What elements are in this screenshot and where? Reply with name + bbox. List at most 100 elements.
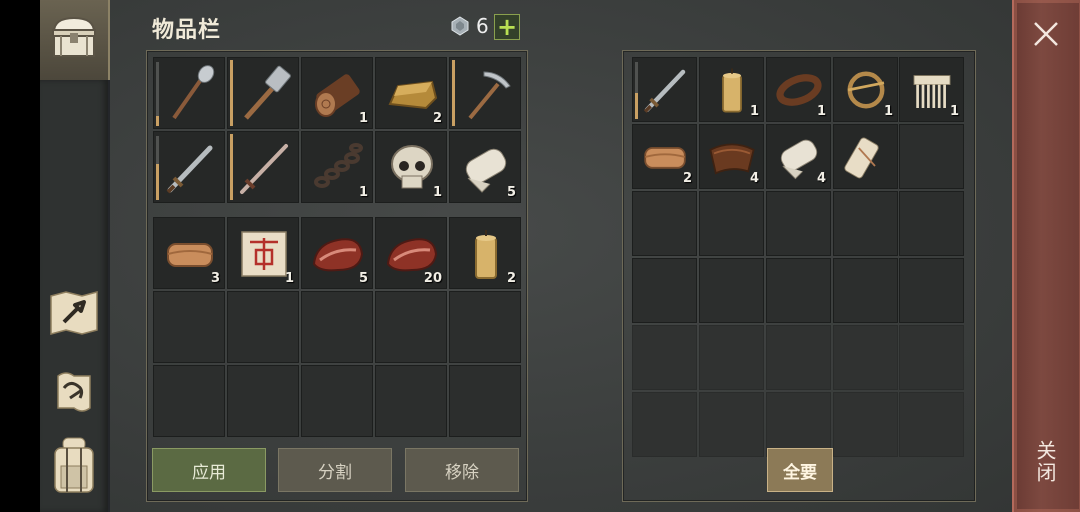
empty-slot[interactable] bbox=[375, 365, 447, 437]
chest-icon[interactable] bbox=[48, 12, 100, 64]
empty-slot[interactable] bbox=[833, 258, 898, 323]
item-count: 4 bbox=[816, 171, 826, 186]
take-all-button[interactable]: 全要 bbox=[767, 448, 833, 492]
empty-slot[interactable] bbox=[766, 191, 831, 256]
empty-slot[interactable] bbox=[833, 325, 898, 390]
sword-icon bbox=[643, 69, 686, 113]
empty-slot[interactable] bbox=[153, 291, 225, 363]
close-panel[interactable] bbox=[1012, 0, 1080, 512]
pickaxe-icon bbox=[468, 71, 511, 120]
durability-bar bbox=[635, 93, 638, 119]
durability-bar bbox=[230, 60, 233, 126]
empty-slot[interactable] bbox=[699, 392, 764, 457]
crafting-map-icon[interactable] bbox=[48, 286, 100, 338]
empty-slot[interactable] bbox=[227, 365, 299, 437]
empty-slot[interactable] bbox=[833, 392, 898, 457]
item-slot[interactable]: 1 bbox=[301, 57, 373, 129]
backpack-icon[interactable] bbox=[48, 437, 100, 493]
item-slot[interactable] bbox=[833, 124, 898, 189]
close-icon[interactable] bbox=[1030, 18, 1062, 50]
empty-slot[interactable] bbox=[899, 258, 964, 323]
empty-slot[interactable] bbox=[699, 258, 764, 323]
gem-count: 6 bbox=[476, 14, 489, 38]
quest-scroll-icon[interactable] bbox=[48, 366, 100, 418]
empty-slot[interactable] bbox=[301, 291, 373, 363]
item-slot[interactable]: 4 bbox=[699, 124, 764, 189]
longsword-icon bbox=[240, 144, 288, 194]
item-slot[interactable]: 2 bbox=[449, 217, 521, 289]
item-slot[interactable]: 2 bbox=[375, 57, 447, 129]
hammer-icon bbox=[244, 65, 291, 120]
item-slot[interactable]: 2 bbox=[632, 124, 697, 189]
item-slot[interactable]: 5 bbox=[301, 217, 373, 289]
durability-bar bbox=[452, 60, 455, 126]
item-slot[interactable]: 1 bbox=[227, 217, 299, 289]
item-slot[interactable]: 4 bbox=[766, 124, 831, 189]
item-count: 2 bbox=[432, 111, 442, 126]
empty-slot[interactable] bbox=[899, 325, 964, 390]
item-slot[interactable]: 1 bbox=[375, 131, 447, 203]
item-slot[interactable] bbox=[153, 131, 225, 203]
item-count: 1 bbox=[432, 185, 442, 200]
empty-slot[interactable] bbox=[227, 291, 299, 363]
item-slot[interactable] bbox=[227, 131, 299, 203]
remove-button[interactable]: 移除 bbox=[405, 448, 519, 492]
item-count: 5 bbox=[506, 185, 516, 200]
durability-bar bbox=[156, 164, 159, 200]
item-slot[interactable]: 5 bbox=[449, 131, 521, 203]
page-title: 物品栏 bbox=[152, 18, 222, 43]
empty-slot[interactable] bbox=[899, 124, 964, 189]
item-slot[interactable]: 3 bbox=[153, 217, 225, 289]
sword-icon bbox=[166, 145, 213, 194]
item-count: 2 bbox=[506, 271, 516, 286]
item-count: 4 bbox=[749, 171, 759, 186]
empty-slot[interactable] bbox=[153, 365, 225, 437]
empty-slot[interactable] bbox=[632, 325, 697, 390]
empty-slot[interactable] bbox=[301, 365, 373, 437]
buy-gems-button[interactable]: + bbox=[494, 14, 520, 40]
item-slot[interactable] bbox=[632, 57, 697, 122]
gem-icon bbox=[451, 16, 469, 36]
empty-slot[interactable] bbox=[699, 191, 764, 256]
empty-slot[interactable] bbox=[449, 365, 521, 437]
durability-bar bbox=[156, 116, 159, 126]
item-count: 2 bbox=[682, 171, 692, 186]
empty-slot[interactable] bbox=[375, 291, 447, 363]
item-slot[interactable]: 20 bbox=[375, 217, 447, 289]
split-button[interactable]: 分割 bbox=[278, 448, 392, 492]
apply-button[interactable]: 应用 bbox=[152, 448, 266, 492]
empty-slot[interactable] bbox=[632, 392, 697, 457]
item-count: 3 bbox=[210, 271, 220, 286]
item-slot[interactable]: 1 bbox=[899, 57, 964, 122]
empty-slot[interactable] bbox=[766, 258, 831, 323]
empty-slot[interactable] bbox=[449, 291, 521, 363]
item-slot[interactable]: 1 bbox=[699, 57, 764, 122]
empty-slot[interactable] bbox=[699, 325, 764, 390]
empty-slot[interactable] bbox=[899, 191, 964, 256]
item-count: 1 bbox=[284, 271, 294, 286]
item-slot[interactable]: 1 bbox=[833, 57, 898, 122]
item-count: 1 bbox=[358, 111, 368, 126]
empty-slot[interactable] bbox=[632, 191, 697, 256]
empty-slot[interactable] bbox=[766, 325, 831, 390]
item-slot[interactable] bbox=[153, 57, 225, 129]
shovel-icon bbox=[172, 65, 215, 120]
item-count: 1 bbox=[883, 104, 893, 119]
item-slot[interactable] bbox=[449, 57, 521, 129]
item-count: 1 bbox=[816, 104, 826, 119]
item-count: 20 bbox=[423, 271, 442, 286]
item-count: 5 bbox=[358, 271, 368, 286]
item-slot[interactable] bbox=[227, 57, 299, 129]
empty-slot[interactable] bbox=[833, 191, 898, 256]
item-count: 1 bbox=[949, 104, 959, 119]
paper-scroll-icon bbox=[844, 137, 879, 179]
durability-bar bbox=[230, 134, 233, 200]
item-count: 1 bbox=[358, 185, 368, 200]
item-count: 1 bbox=[749, 104, 759, 119]
item-slot[interactable]: 1 bbox=[301, 131, 373, 203]
empty-slot[interactable] bbox=[899, 392, 964, 457]
screen-edge bbox=[0, 0, 40, 512]
empty-slot[interactable] bbox=[632, 258, 697, 323]
close-label[interactable]: 关闭 bbox=[1032, 440, 1060, 484]
item-slot[interactable]: 1 bbox=[766, 57, 831, 122]
